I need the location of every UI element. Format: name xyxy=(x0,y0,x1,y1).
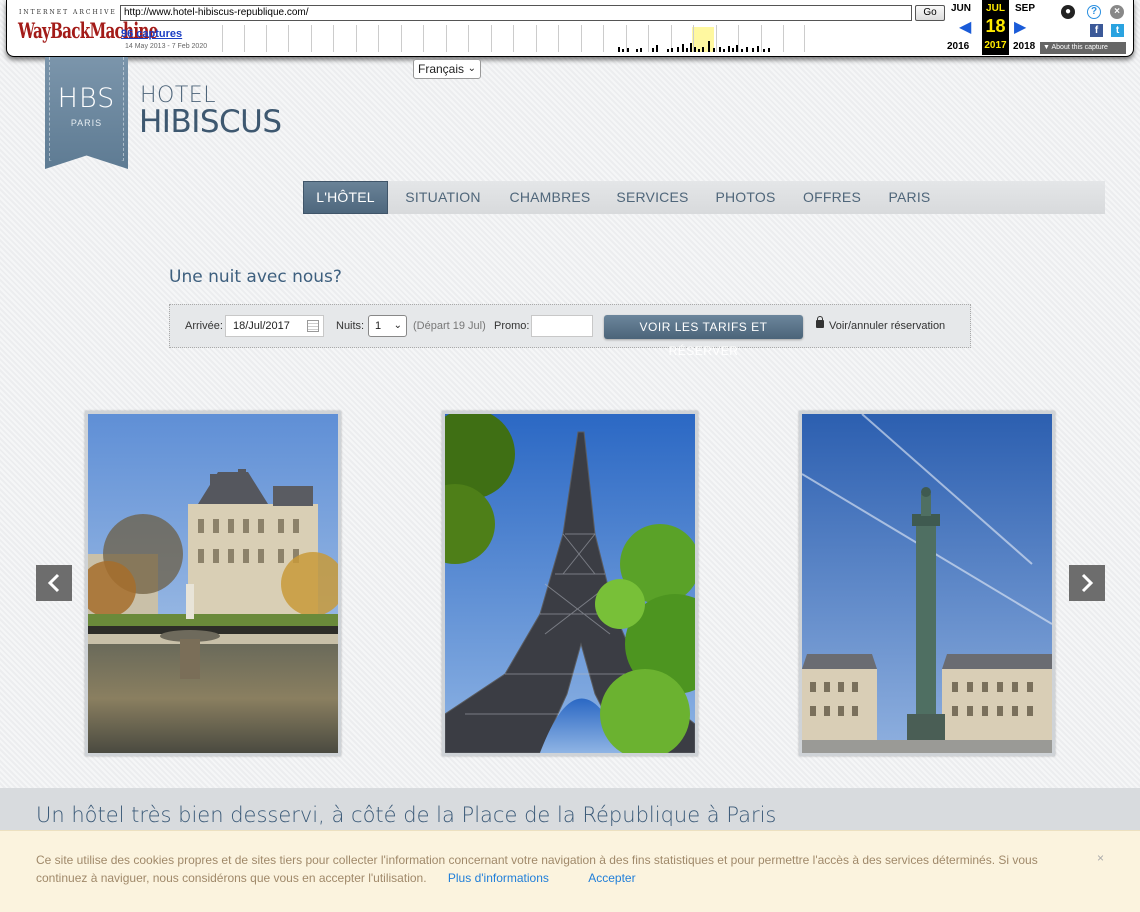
chevron-down-icon: ⌄ xyxy=(467,63,476,74)
chevron-down-icon: ⌄ xyxy=(393,320,402,331)
twitter-icon[interactable]: t xyxy=(1111,24,1124,37)
main-navigation: L'HÔTEL SITUATION CHAMBRES SERVICES PHOT… xyxy=(303,181,1105,214)
wayback-url-input[interactable]: http://www.hotel-hibiscus-republique.com… xyxy=(120,5,912,21)
brand-line-2[interactable]: HIBISCUS xyxy=(139,104,282,140)
carousel-photo-tuileries[interactable] xyxy=(85,411,341,756)
nights-label: Nuits: xyxy=(336,320,365,332)
promo-label: Promo: xyxy=(494,320,530,332)
wayback-prev-arrow-icon[interactable]: ◀ xyxy=(959,17,971,37)
wayback-next-month[interactable]: SEP xyxy=(1015,3,1035,14)
promo-code-input[interactable] xyxy=(531,315,593,337)
chevron-left-icon xyxy=(47,573,60,593)
booking-title: Une nuit avec nous? xyxy=(169,267,342,287)
cookie-message: Ce site utilise des cookies propres et d… xyxy=(36,851,1066,887)
wayback-go-button[interactable]: Go xyxy=(915,5,945,21)
lock-icon xyxy=(816,316,824,328)
booking-form: Arrivée: 18/Jul/2017 Nuits: 1 ⌄ (Départ … xyxy=(169,304,971,358)
wayback-current-month: JUL xyxy=(986,3,1005,14)
facebook-icon[interactable]: f xyxy=(1090,24,1103,37)
nav-item-situation[interactable]: SITUATION xyxy=(396,181,490,214)
arrival-date-value: 18/Jul/2017 xyxy=(233,320,290,332)
arrival-date-input[interactable]: 18/Jul/2017 xyxy=(225,315,324,337)
language-select-value: Français xyxy=(418,62,465,76)
logo-monogram: HBS xyxy=(57,83,116,114)
wayback-prev-month[interactable]: JUN xyxy=(951,3,971,14)
nav-item-services[interactable]: SERVICES xyxy=(610,181,695,214)
carousel-prev-button[interactable] xyxy=(36,565,72,601)
nights-select[interactable]: 1 ⌄ xyxy=(368,315,407,337)
caret-down-icon: ▼ xyxy=(1043,44,1050,51)
departure-note: (Départ 19 Jul) xyxy=(413,320,486,332)
close-icon[interactable]: × xyxy=(1110,5,1124,19)
about-capture-button[interactable]: ▼ About this capture xyxy=(1040,42,1126,54)
nav-item-offres[interactable]: OFFRES xyxy=(797,181,867,214)
logo-city: PARIS xyxy=(70,118,103,128)
tuileries-photo-image xyxy=(88,414,338,753)
wayback-logo-top: INTERNET ARCHIVE xyxy=(19,9,117,16)
wayback-current-date: JUL 18 2017 xyxy=(982,0,1009,55)
cookie-more-info-link[interactable]: Plus d'informations xyxy=(448,871,549,885)
carousel-photo-eiffel[interactable] xyxy=(442,411,698,756)
manage-reservation-link[interactable]: Voir/annuler réservation xyxy=(829,320,945,332)
wayback-prev-year[interactable]: 2016 xyxy=(947,41,969,52)
calendar-icon[interactable] xyxy=(307,320,319,332)
carousel-next-button[interactable] xyxy=(1069,565,1105,601)
nav-item-hotel[interactable]: L'HÔTEL xyxy=(303,181,388,214)
help-icon[interactable]: ? xyxy=(1087,5,1101,19)
carousel-photo-vendome[interactable] xyxy=(799,411,1055,756)
about-capture-label: About this capture xyxy=(1051,44,1108,51)
footer-headline: Un hôtel très bien desservi, à côté de l… xyxy=(36,803,777,827)
wayback-toolbar: INTERNET ARCHIVE WayBackMachine http://w… xyxy=(6,0,1134,57)
arrival-label: Arrivée: xyxy=(185,320,223,332)
wayback-current-year: 2017 xyxy=(984,40,1007,51)
wayback-next-year[interactable]: 2018 xyxy=(1013,41,1035,52)
nav-item-photos[interactable]: PHOTOS xyxy=(708,181,783,214)
nav-item-chambres[interactable]: CHAMBRES xyxy=(504,181,596,214)
user-account-icon[interactable]: ● xyxy=(1061,5,1075,19)
wayback-current-day: 18 xyxy=(985,16,1006,36)
eiffel-photo-image xyxy=(445,414,695,753)
book-rates-button[interactable]: VOIR LES TARIFS ET RÉSERVER xyxy=(604,315,803,358)
vendome-photo-image xyxy=(802,414,1052,753)
nav-item-paris[interactable]: PARIS xyxy=(881,181,938,214)
chevron-right-icon xyxy=(1081,573,1094,593)
logo-ribbon[interactable]: HBS PARIS xyxy=(45,57,128,169)
nights-select-value: 1 xyxy=(375,320,382,332)
cookie-close-icon[interactable]: × xyxy=(1097,851,1104,865)
wayback-date-range: 14 May 2013 - 7 Feb 2020 xyxy=(125,43,208,50)
wayback-captures-link[interactable]: 96 captures xyxy=(121,28,182,40)
wayback-capture-histogram[interactable] xyxy=(222,25,805,52)
language-select[interactable]: Français ⌄ xyxy=(413,59,481,79)
wayback-next-arrow-icon[interactable]: ▶ xyxy=(1014,17,1026,37)
cookie-accept-link[interactable]: Accepter xyxy=(588,871,635,885)
